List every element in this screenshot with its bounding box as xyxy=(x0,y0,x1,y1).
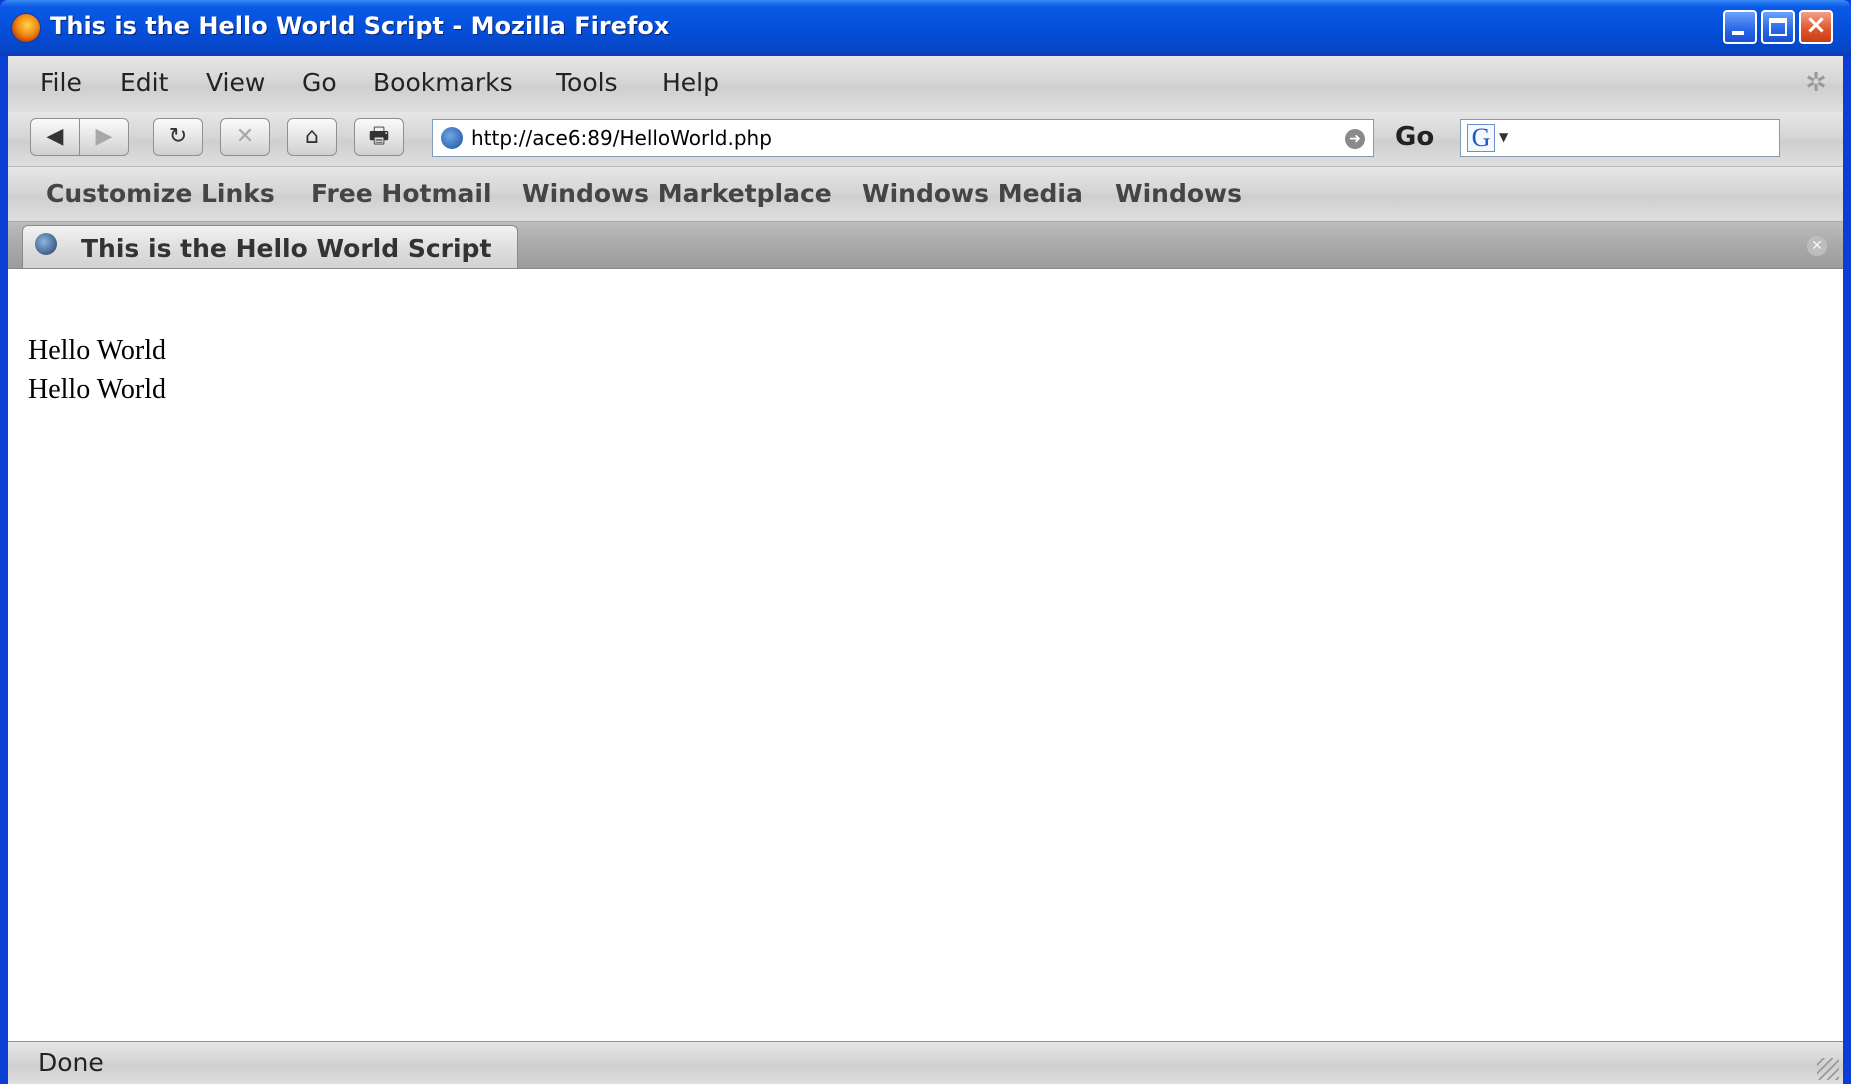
status-text: Done xyxy=(38,1048,104,1077)
home-icon: ⌂ xyxy=(305,124,319,149)
search-bar[interactable]: G ▼ xyxy=(1460,119,1780,157)
stop-button[interactable]: ✕ xyxy=(220,118,270,156)
tab-hello-world[interactable]: This is the Hello World Script xyxy=(22,225,518,268)
maximize-button[interactable] xyxy=(1761,10,1795,44)
close-window-button[interactable]: × xyxy=(1799,10,1833,44)
url-go-icon[interactable]: ➜ xyxy=(1345,129,1365,149)
close-icon: × xyxy=(1805,10,1827,40)
navigation-toolbar: ◀ ▶ ↻ ✕ ⌂ 🖶 http://ace6:89/HelloWorld.ph… xyxy=(8,112,1843,167)
reload-icon: ↻ xyxy=(168,124,188,149)
print-icon: 🖶 xyxy=(368,124,390,149)
bookmark-customize-links[interactable]: Customize Links xyxy=(46,179,275,208)
forward-arrow-icon: ▶ xyxy=(95,124,113,149)
go-button[interactable]: Go xyxy=(1395,122,1434,152)
firefox-icon xyxy=(12,14,40,42)
menu-help[interactable]: Help xyxy=(662,68,719,97)
menu-bar: File Edit View Go Bookmarks Tools Help ✲ xyxy=(8,56,1843,112)
menu-view[interactable]: View xyxy=(206,68,265,97)
bookmark-windows-marketplace[interactable]: Windows Marketplace xyxy=(522,179,832,208)
home-button[interactable]: ⌂ xyxy=(287,118,337,156)
page-content: Hello World Hello World xyxy=(8,269,1843,1041)
minimize-icon xyxy=(1732,31,1744,35)
bookmark-free-hotmail[interactable]: Free Hotmail xyxy=(311,179,492,208)
browser-client-area: File Edit View Go Bookmarks Tools Help ✲… xyxy=(8,56,1843,1084)
browser-window: This is the Hello World Script - Mozilla… xyxy=(0,0,1851,1084)
resize-grip-icon[interactable] xyxy=(1817,1058,1839,1080)
menu-go[interactable]: Go xyxy=(302,68,337,97)
title-bar[interactable]: This is the Hello World Script - Mozilla… xyxy=(0,0,1851,56)
site-globe-icon xyxy=(441,127,463,149)
bookmark-windows[interactable]: Windows xyxy=(1115,179,1242,208)
back-arrow-icon: ◀ xyxy=(46,124,64,149)
bookmark-windows-media[interactable]: Windows Media xyxy=(862,179,1083,208)
search-engine-icon[interactable]: G xyxy=(1467,124,1495,152)
menu-file[interactable]: File xyxy=(40,68,82,97)
activity-throbber-icon: ✲ xyxy=(1805,68,1827,98)
address-bar[interactable]: http://ace6:89/HelloWorld.php ➜ xyxy=(432,119,1374,157)
menu-bookmarks[interactable]: Bookmarks xyxy=(373,68,513,97)
menu-tools[interactable]: Tools xyxy=(556,68,618,97)
tab-strip: This is the Hello World Script ✕ xyxy=(8,222,1843,269)
tab-label: This is the Hello World Script xyxy=(81,234,492,263)
reload-button[interactable]: ↻ xyxy=(153,118,203,156)
chevron-down-icon[interactable]: ▼ xyxy=(1499,130,1508,144)
content-text-line: Hello World xyxy=(28,335,166,366)
bookmarks-toolbar: Customize Links Free Hotmail Windows Mar… xyxy=(8,167,1843,222)
forward-button[interactable]: ▶ xyxy=(79,118,129,156)
content-text-line: Hello World xyxy=(28,374,166,405)
menu-edit[interactable]: Edit xyxy=(120,68,168,97)
window-title: This is the Hello World Script - Mozilla… xyxy=(50,12,670,40)
minimize-button[interactable] xyxy=(1723,10,1757,44)
print-button[interactable]: 🖶 xyxy=(354,118,404,156)
stop-icon: ✕ xyxy=(235,124,255,149)
back-button[interactable]: ◀ xyxy=(30,118,80,156)
tab-close-icon[interactable]: ✕ xyxy=(1807,236,1827,256)
status-bar: Done xyxy=(8,1041,1843,1084)
maximize-icon xyxy=(1769,18,1787,36)
address-field[interactable]: http://ace6:89/HelloWorld.php xyxy=(471,126,772,150)
tab-globe-icon xyxy=(35,233,57,255)
